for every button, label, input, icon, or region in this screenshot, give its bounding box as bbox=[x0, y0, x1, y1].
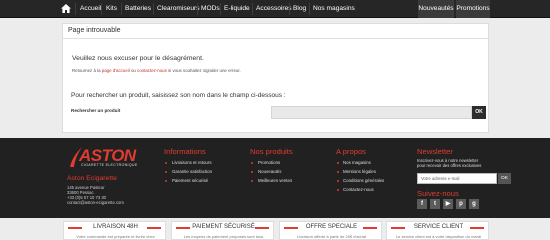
feature-livraison[interactable]: LIVRAISON 48H Votre commande est préparé… bbox=[63, 221, 166, 240]
bullet-icon bbox=[337, 189, 339, 191]
bullet-icon bbox=[251, 162, 253, 164]
footer-heading-nos-produits: Nos produits bbox=[250, 147, 293, 156]
divider bbox=[63, 38, 488, 39]
footer-heading-newsletter: Newsletter bbox=[417, 147, 453, 156]
nav-item-clearomiseurs[interactable]: Clearomiseurs bbox=[157, 0, 200, 18]
bullet-icon bbox=[165, 171, 167, 173]
footer-heading-informations: Informations bbox=[164, 147, 206, 156]
feature-paiement[interactable]: PAIEMENT SÉCURISÉ Les moyens de paiement… bbox=[171, 221, 274, 240]
nav-item-accueil[interactable]: Accueil bbox=[80, 0, 101, 18]
newsletter-text: pour recevoir des offres exclusives bbox=[417, 163, 482, 168]
help-text: Retournez à la page d'accueil ou contact… bbox=[72, 68, 241, 73]
bullet-icon bbox=[165, 180, 167, 182]
home-button[interactable] bbox=[58, 0, 74, 18]
newsletter-email-input[interactable]: Votre adresse e-mail bbox=[417, 173, 497, 184]
feature-service[interactable]: SERVICE CLIENT Le service client est à v… bbox=[386, 221, 489, 240]
bullet-icon bbox=[337, 171, 339, 173]
page-title: Page introuvable bbox=[68, 27, 121, 34]
home-page-link[interactable]: page d'accueil bbox=[102, 68, 130, 73]
footer-link[interactable]: Meilleures ventes bbox=[258, 178, 292, 183]
apology-message: Veuillez nous excuser pour le désagrémen… bbox=[72, 55, 204, 62]
nav-divider bbox=[220, 3, 221, 15]
bullet-icon bbox=[337, 162, 339, 164]
bullet-icon bbox=[251, 180, 253, 182]
top-navigation: Accueil Kits Batteries Clearomiseurs MOD… bbox=[0, 0, 550, 18]
footer-link[interactable]: Contactez-nous bbox=[343, 187, 374, 192]
footer-link[interactable]: Paiement sécurisé bbox=[172, 178, 208, 183]
nav-divider bbox=[153, 3, 154, 15]
help-text-mid: ou bbox=[129, 68, 138, 73]
nav-divider bbox=[101, 3, 102, 15]
nav-divider bbox=[289, 3, 290, 15]
footer-heading-a-propos: A propos bbox=[336, 147, 366, 156]
footer-link[interactable]: Livraisons et retours bbox=[172, 160, 212, 165]
nav-item-promotions[interactable]: Promotions bbox=[456, 0, 490, 18]
logo-subtitle: CIGARETTE ELECTRONIQUE bbox=[81, 163, 138, 167]
bullet-icon bbox=[251, 171, 253, 173]
nav-item-batteries[interactable]: Batteries bbox=[125, 0, 151, 18]
feature-subtitle: Livraison offerte à partir de 20€ d'acha… bbox=[296, 234, 367, 239]
feature-subtitle: Les moyens de paiement proposés sont tou… bbox=[183, 234, 264, 239]
footer-link[interactable]: Nouveautés bbox=[258, 169, 281, 174]
feature-subtitle: Le service client est à votre dispositio… bbox=[395, 234, 482, 239]
twitter-icon[interactable]: t bbox=[430, 199, 440, 209]
search-label: Rechercher un produit bbox=[71, 108, 121, 113]
feature-offre[interactable]: OFFRE SPECIALE Livraison offerte à parti… bbox=[279, 221, 382, 240]
feature-subtitle: Votre commande est préparée et livrée ch… bbox=[76, 234, 155, 239]
product-search-input[interactable] bbox=[271, 106, 472, 119]
nav-divider bbox=[75, 3, 76, 15]
feature-title: SERVICE CLIENT bbox=[413, 224, 464, 230]
help-text-prefix: Retournez à la bbox=[72, 68, 102, 73]
footer-link[interactable]: Mentions légales bbox=[343, 169, 376, 174]
social-heading: Suivez-nous bbox=[417, 189, 459, 198]
googleplus-icon[interactable]: g bbox=[469, 199, 479, 209]
contact-link[interactable]: contactez-nous bbox=[137, 68, 167, 73]
facebook-icon[interactable]: f bbox=[417, 199, 427, 209]
footer-link[interactable]: Garantie satisfaction bbox=[172, 169, 212, 174]
company-name: Aston Ecigarette bbox=[67, 175, 117, 182]
bullet-icon bbox=[337, 180, 339, 182]
nav-item-mods[interactable]: MODs bbox=[201, 0, 220, 18]
pinterest-icon[interactable]: p bbox=[456, 199, 466, 209]
feature-title: OFFRE SPECIALE bbox=[305, 224, 358, 230]
feature-title: LIVRAISON 48H bbox=[93, 224, 138, 230]
nav-divider bbox=[197, 3, 198, 15]
footer-link[interactable]: Nos magasins bbox=[343, 160, 371, 165]
nav-divider bbox=[252, 3, 253, 15]
home-icon bbox=[61, 4, 71, 13]
nav-item-accessoires[interactable]: Accessoires bbox=[256, 0, 292, 18]
youtube-icon[interactable]: ▶ bbox=[443, 199, 453, 209]
search-submit-button[interactable]: OK bbox=[472, 106, 486, 119]
bullet-icon bbox=[165, 162, 167, 164]
newsletter-submit-button[interactable]: OK bbox=[498, 173, 511, 184]
nav-item-blog[interactable]: Blog bbox=[293, 0, 306, 18]
nav-item-nos-magasins[interactable]: Nos magasins bbox=[313, 0, 355, 18]
nav-item-nouveautes[interactable]: Nouveautés bbox=[418, 0, 454, 18]
contact-email[interactable]: contact@aston-ecigarette.com bbox=[67, 200, 124, 205]
nav-item-eliquide[interactable]: E-liquide bbox=[224, 0, 250, 18]
search-heading: Pour rechercher un produit, saisissez so… bbox=[71, 92, 286, 99]
footer-link[interactable]: Promotions bbox=[258, 160, 280, 165]
aston-logo[interactable]: ASTON CIGARETTE ELECTRONIQUE bbox=[67, 146, 151, 170]
nav-divider bbox=[121, 3, 122, 15]
nav-item-kits[interactable]: Kits bbox=[106, 0, 117, 18]
nav-divider bbox=[309, 3, 310, 15]
footer-link[interactable]: Conditions générales bbox=[343, 178, 384, 183]
feature-title: PAIEMENT SÉCURISÉ bbox=[192, 224, 255, 230]
help-text-suffix: si vous souhaitez signaler une erreur. bbox=[166, 68, 241, 73]
